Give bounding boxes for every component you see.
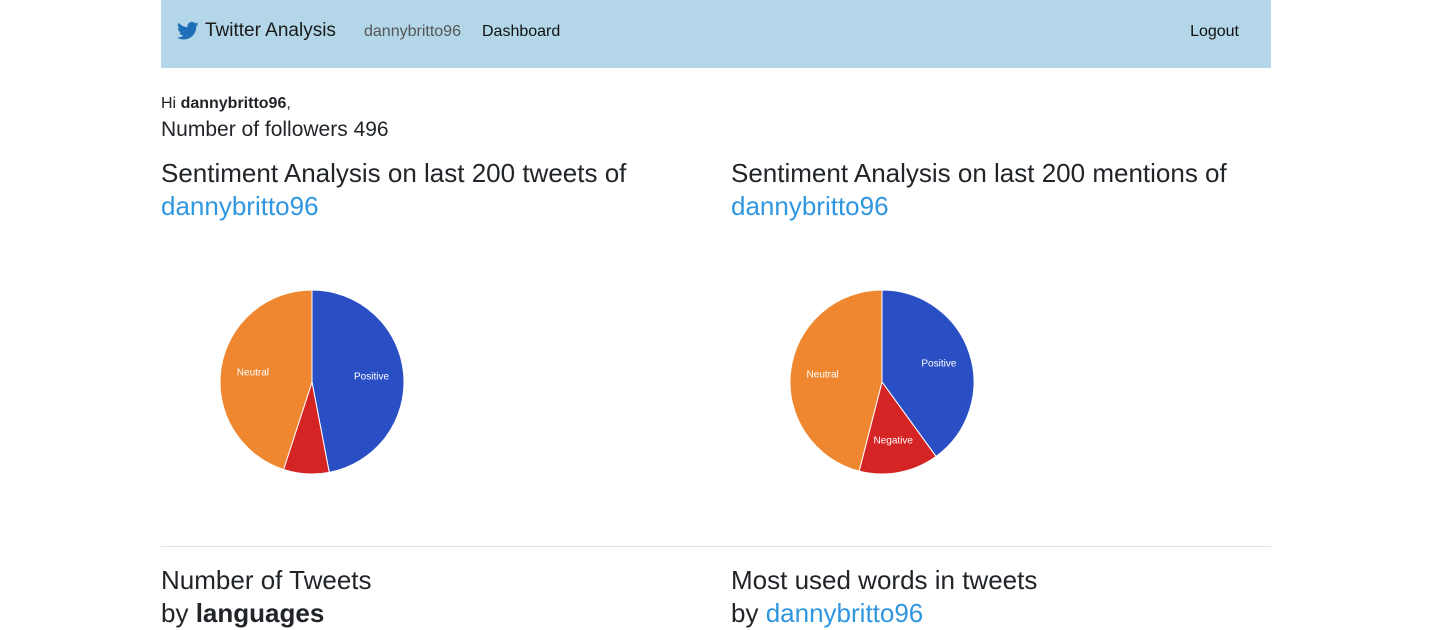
words-by: by — [731, 598, 759, 628]
mentions-sentiment-user-link[interactable]: dannybritto96 — [731, 191, 889, 221]
followers-label: Number of followers — [161, 118, 348, 141]
languages-by: by — [161, 598, 189, 628]
words-title: Most used words in tweets by dannybritto… — [731, 564, 1291, 630]
tweets-sentiment-user-link[interactable]: dannybritto96 — [161, 191, 319, 221]
navbar: Twitter Analysis dannybritto96 Dashboard… — [161, 0, 1271, 68]
tweets-sentiment-pie-chart: Positive Neutral — [219, 289, 405, 475]
nav-dashboard-link[interactable]: Dashboard — [482, 23, 560, 41]
tweets-sentiment-heading: Sentiment Analysis on last 200 tweets of — [161, 158, 627, 188]
pie-label-neutral: Neutral — [807, 370, 839, 381]
tweets-sentiment-title: Sentiment Analysis on last 200 tweets of… — [161, 157, 721, 223]
mentions-sentiment-pie-chart: Positive Negative Neutral — [789, 289, 975, 475]
greeting-username: dannybritto96 — [180, 95, 287, 112]
mentions-sentiment-heading: Sentiment Analysis on last 200 mentions … — [731, 158, 1227, 188]
mentions-sentiment-title: Sentiment Analysis on last 200 mentions … — [731, 157, 1291, 223]
pie-label-neutral: Neutral — [237, 368, 269, 379]
greeting: Hi dannybritto96, — [161, 95, 291, 113]
words-user-link[interactable]: dannybritto96 — [766, 598, 924, 628]
twitter-bird-icon — [177, 21, 199, 40]
section-divider — [161, 546, 1271, 547]
brand-title: Twitter Analysis — [205, 20, 336, 41]
languages-bold: languages — [195, 598, 325, 628]
greeting-comma: , — [286, 95, 291, 112]
brand-link[interactable]: Twitter Analysis — [177, 20, 336, 42]
logout-link[interactable]: Logout — [1190, 23, 1239, 41]
followers-count: 496 — [353, 118, 389, 141]
words-heading: Most used words in tweets — [731, 565, 1038, 595]
pie-label-positive: Positive — [354, 371, 389, 382]
pie-label-negative: Negative — [873, 436, 913, 447]
nav-username[interactable]: dannybritto96 — [364, 23, 461, 41]
languages-heading: Number of Tweets — [161, 565, 372, 595]
greeting-hi: Hi — [161, 95, 177, 112]
followers-line: Number of followers 496 — [161, 118, 389, 142]
pie-label-positive: Positive — [921, 359, 956, 370]
languages-title: Number of Tweets by languages — [161, 564, 721, 630]
